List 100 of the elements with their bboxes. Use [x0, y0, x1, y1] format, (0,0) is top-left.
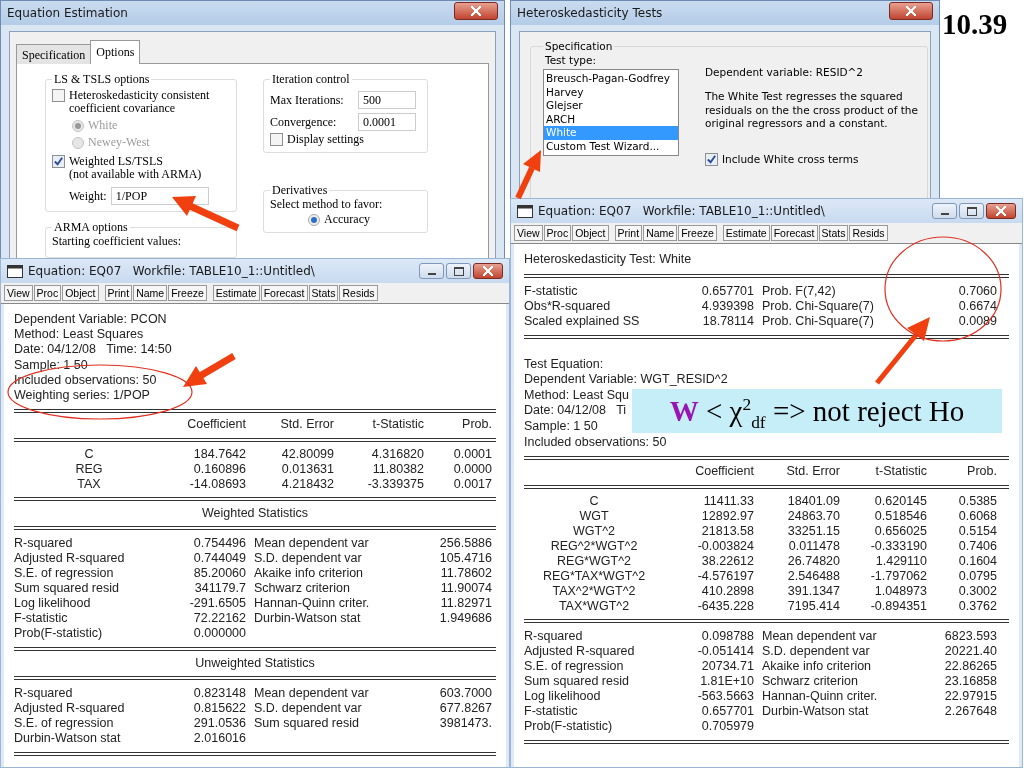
toolbar-button[interactable]: View: [4, 285, 33, 301]
checkbox[interactable]: [52, 155, 65, 168]
toolbar-button[interactable]: Resids: [849, 225, 888, 241]
checkbox-label: Include White cross terms: [722, 152, 859, 166]
table-cell-text: 4.316820: [370, 447, 424, 463]
pointer-arrow: [875, 317, 930, 385]
toolbar-button[interactable]: Freeze: [168, 285, 207, 301]
table-cell-text: S.E. of regression: [524, 659, 625, 675]
group-title: Iteration control: [271, 72, 351, 87]
weight-field[interactable]: 1/POP: [110, 187, 209, 205]
table-cell-text: Sum squared resid: [524, 674, 630, 690]
pointer-arrow: [515, 150, 541, 200]
close-button[interactable]: [986, 203, 1016, 219]
output-line: Included observations: 50: [14, 372, 157, 388]
toolbar-button[interactable]: Stats: [308, 285, 339, 301]
close-button[interactable]: [889, 2, 933, 20]
table-cell-text: 2.016016: [192, 731, 246, 747]
radio-label: Newey-West: [88, 136, 150, 149]
convergence-field[interactable]: 0.0001: [358, 113, 416, 131]
toolbar-button[interactable]: Estimate: [722, 225, 770, 241]
table-cell-text: 0.6674: [957, 298, 997, 314]
table-cell-text: WGT: [578, 509, 610, 525]
table-cell-text: 0.011478: [787, 539, 840, 555]
table-cell-text: 1.949686: [438, 611, 492, 627]
minimize-button[interactable]: [932, 203, 957, 219]
table-cell-text: 0.0017: [452, 477, 492, 493]
column-header: Prob.: [461, 417, 492, 433]
table-cell-text: 6823.593: [943, 629, 997, 645]
table-cell-text: 0.098788: [700, 629, 754, 645]
table-cell-text: Mean dependent var: [253, 686, 370, 702]
table-cell-text: -14.08693: [188, 477, 246, 493]
list-item[interactable]: Glejser: [544, 99, 678, 113]
toolbar-button[interactable]: Proc: [543, 225, 572, 241]
toolbar-button[interactable]: Proc: [33, 285, 62, 301]
table-cell-text: 677.8267: [438, 701, 492, 717]
table-cell-text: 0.656025: [873, 524, 927, 540]
table-cell-text: Prob. F(7,42): [761, 283, 837, 299]
list-item[interactable]: ARCH: [544, 112, 678, 126]
toolbar-button[interactable]: Resids: [339, 285, 378, 301]
column-header: Coefficient: [694, 464, 754, 480]
table-cell-text: 33251.15: [786, 524, 840, 540]
table-cell-text: Log likelihood: [524, 689, 602, 705]
radio-label: Accuracy: [324, 213, 370, 226]
toolbar-button[interactable]: View: [514, 225, 543, 241]
table-cell-text: Akaike info criterion: [761, 659, 873, 675]
column-header: t-Statistic: [874, 464, 927, 480]
tab[interactable]: Specification: [16, 44, 92, 64]
table-cell-text: 0.657701: [700, 283, 754, 299]
table-cell-text: 341179.7: [193, 581, 246, 597]
checkbox[interactable]: [52, 89, 65, 102]
checkbox[interactable]: [705, 152, 718, 166]
table-cell-text: Scaled explained SS: [524, 313, 641, 329]
maximize-button[interactable]: [446, 263, 471, 279]
toolbar-button[interactable]: Print: [104, 285, 133, 301]
minimize-button[interactable]: [419, 263, 444, 279]
checkbox-label: Weighted LS/TSLS: [69, 155, 164, 168]
toolbar-button[interactable]: Name: [643, 225, 678, 241]
list-item[interactable]: Breusch-Pagan-Godfrey: [544, 72, 678, 86]
column-header: t-Statistic: [371, 417, 424, 433]
table-cell-text: TAX*WGT^2: [557, 599, 631, 615]
toolbar-button[interactable]: Freeze: [678, 225, 717, 241]
table-cell-text: Sum squared resid: [14, 581, 120, 597]
table-cell-text: Durbin-Watson stat: [253, 611, 362, 627]
table-cell-text: 0.815622: [192, 701, 246, 717]
checkbox[interactable]: [270, 133, 283, 146]
list-item[interactable]: Harvey: [544, 85, 678, 99]
pointer-arrow: [183, 353, 236, 387]
toolbar-button[interactable]: Forecast: [260, 285, 308, 301]
list-item[interactable]: Custom Test Wizard...: [544, 139, 678, 153]
table-cell-text: -6435.228: [696, 599, 754, 615]
table-cell-text: Durbin-Watson stat: [761, 704, 870, 720]
table-cell-text: 0.705979: [700, 719, 754, 735]
toolbar-button[interactable]: Name: [133, 285, 168, 301]
table-cell-text: 0.744049: [192, 551, 246, 567]
max-iterations-field[interactable]: 500: [358, 91, 416, 109]
maximize-button[interactable]: [959, 203, 984, 219]
table-cell-text: 0.013631: [280, 462, 334, 478]
tab[interactable]: Options: [90, 40, 141, 64]
toolbar-button[interactable]: Object: [62, 285, 99, 301]
table-cell-text: -0.003824: [696, 539, 754, 555]
toolbar-button[interactable]: Forecast: [770, 225, 818, 241]
close-button[interactable]: [454, 2, 498, 20]
toolbar-button[interactable]: Estimate: [212, 285, 260, 301]
toolbar-button[interactable]: Print: [614, 225, 643, 241]
output-line: Sample: 1 50: [524, 418, 598, 435]
close-button[interactable]: [473, 263, 503, 279]
table-cell-text: 4.939398: [700, 298, 754, 314]
window-title: Heteroskedasticity Tests: [517, 6, 664, 20]
output-line: Included observations: 50: [524, 434, 667, 451]
table-cell-text: 0.0000: [452, 462, 492, 478]
table-cell-text: R-squared: [14, 536, 74, 552]
output-line: Dependent Variable: WGT_RESID^2: [524, 372, 728, 388]
table-cell-text: Mean dependent var: [761, 629, 878, 645]
toolbar-button[interactable]: Stats: [818, 225, 849, 241]
radio-button[interactable]: [308, 213, 320, 226]
table-cell-text: 21813.58: [700, 524, 754, 540]
table-cell-text: REG^2*WGT^2: [549, 539, 639, 555]
toolbar-button[interactable]: Object: [572, 225, 609, 241]
table-cell-text: F-statistic: [524, 283, 579, 299]
table-cell-text: 0.160896: [192, 462, 246, 478]
